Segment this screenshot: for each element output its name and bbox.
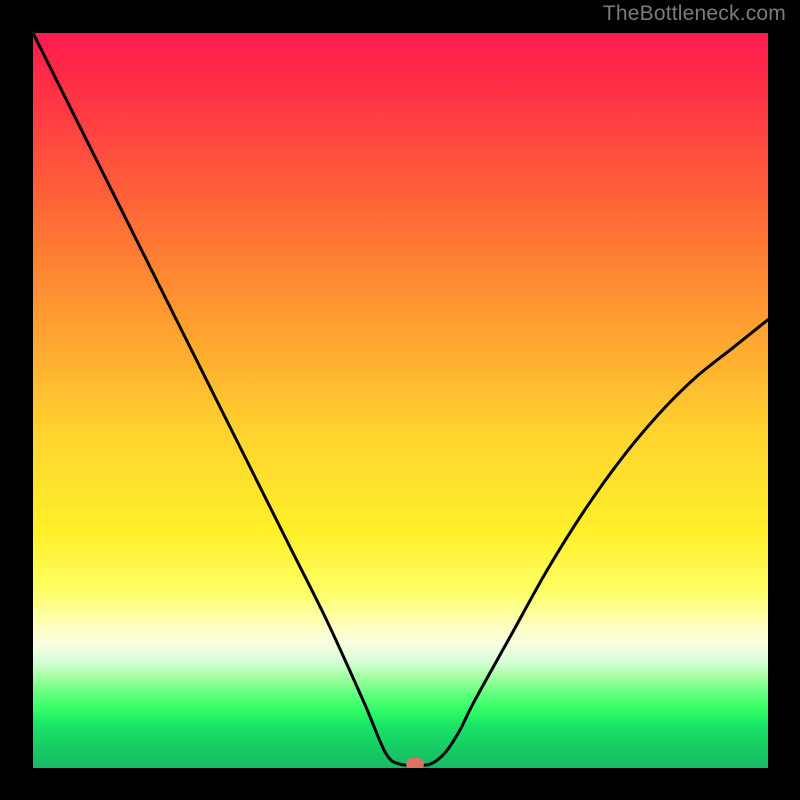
chart-plot-area <box>33 33 768 768</box>
watermark-text: TheBottleneck.com <box>603 2 786 26</box>
minimum-marker <box>406 758 424 768</box>
bottleneck-curve <box>33 33 768 768</box>
